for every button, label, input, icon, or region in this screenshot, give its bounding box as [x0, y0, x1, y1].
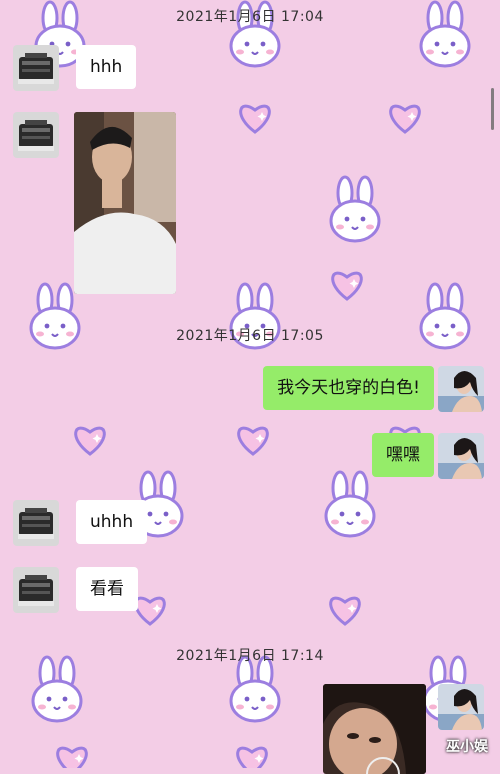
- message-bubble-incoming[interactable]: uhhh: [76, 500, 148, 544]
- photo-image: [323, 684, 426, 774]
- self-avatar[interactable]: [438, 366, 484, 412]
- contact-avatar[interactable]: [13, 500, 59, 546]
- self-avatar[interactable]: [438, 684, 484, 730]
- message-bubble-outgoing[interactable]: 我今天也穿的白色!: [263, 366, 434, 410]
- contact-avatar[interactable]: [13, 45, 59, 91]
- message-bubble-incoming[interactable]: 看看: [76, 567, 138, 611]
- scrollbar[interactable]: [491, 88, 494, 130]
- contact-avatar[interactable]: [13, 112, 59, 158]
- avatar-image: [438, 433, 484, 479]
- photo-image: [74, 112, 176, 294]
- timestamp: 2021年1月6日 17:14: [176, 648, 324, 664]
- avatar-image: [13, 500, 59, 546]
- contact-avatar[interactable]: [13, 567, 59, 613]
- timestamp: 2021年1月6日 17:04: [176, 9, 324, 25]
- avatar-image: [13, 112, 59, 158]
- avatar-image: [13, 45, 59, 91]
- watermark: 巫小娱: [446, 739, 488, 755]
- self-avatar[interactable]: [438, 433, 484, 479]
- avatar-image: [438, 684, 484, 730]
- avatar-image: [438, 366, 484, 412]
- timestamp: 2021年1月6日 17:05: [176, 328, 324, 344]
- image-message-incoming[interactable]: [74, 112, 176, 294]
- avatar-image: [13, 567, 59, 613]
- message-bubble-incoming[interactable]: hhh: [76, 45, 137, 89]
- image-message-outgoing[interactable]: [323, 684, 426, 774]
- message-bubble-outgoing[interactable]: 嘿嘿: [372, 433, 434, 477]
